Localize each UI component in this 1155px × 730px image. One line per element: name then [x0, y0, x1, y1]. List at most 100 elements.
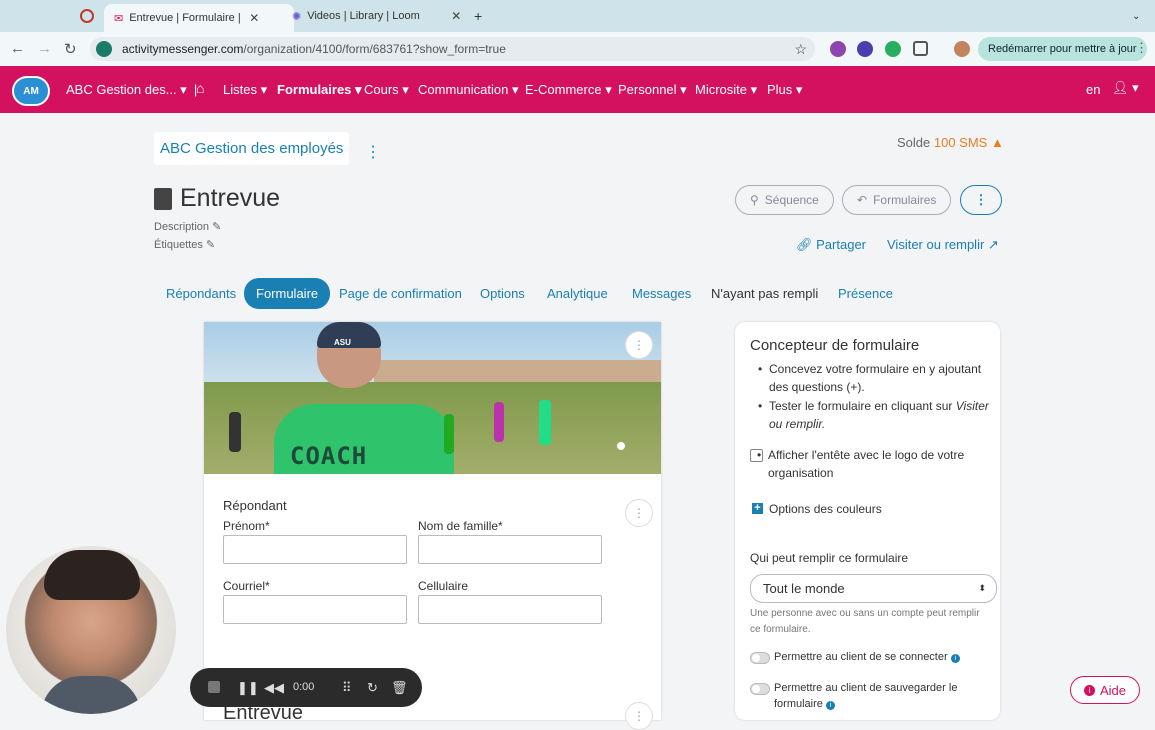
nav-listes[interactable]: Listes ▾: [223, 82, 267, 98]
back-icon[interactable]: ←: [10, 40, 25, 57]
extension-icon[interactable]: [885, 41, 901, 57]
nav-plus[interactable]: Plus ▾: [767, 82, 802, 98]
url-field[interactable]: activitymessenger.com/organization/4100/…: [90, 37, 815, 61]
home-icon[interactable]: ⌂: [196, 80, 204, 96]
language-switch[interactable]: en: [1086, 82, 1100, 97]
update-label: Redémarrer pour mettre à jour: [988, 43, 1137, 55]
nom-field[interactable]: [418, 535, 602, 564]
info-icon: i: [1083, 684, 1095, 696]
nav-formulaires[interactable]: Formulaires ▾: [277, 82, 362, 98]
info-icon[interactable]: i: [825, 701, 835, 710]
new-tab-icon[interactable]: +: [474, 4, 482, 28]
help-button[interactable]: i Aide: [1070, 676, 1140, 704]
rewind-icon[interactable]: ◀◀: [264, 680, 284, 696]
etiquettes-link[interactable]: Étiquettes ✎: [154, 238, 215, 251]
profile-avatar[interactable]: [954, 41, 970, 57]
image-menu-icon[interactable]: ⋮: [625, 331, 653, 359]
drag-handle-icon[interactable]: ⠿: [342, 680, 352, 696]
solde-amount: 100 SMS: [933, 135, 988, 150]
visit-label: Visiter ou remplir: [887, 237, 985, 252]
visit-link[interactable]: Visiter ou remplir ↗: [887, 237, 999, 253]
nav-ecommerce[interactable]: E-Commerce ▾: [525, 82, 612, 98]
who-can-fill-help: Une personne avec ou sans un compte peut…: [750, 608, 980, 635]
share-label: Partager: [816, 237, 867, 252]
org-menu-icon[interactable]: ⋮: [365, 142, 381, 162]
allow-save-toggle[interactable]: [750, 683, 770, 695]
form-designer-panel: Concepteur de formulaire Concevez votre …: [735, 322, 1000, 720]
description-label: Description: [154, 221, 210, 233]
courriel-field[interactable]: [223, 595, 407, 624]
restart-icon[interactable]: ↻: [367, 680, 378, 696]
tab-close-icon[interactable]: ✕: [249, 11, 259, 25]
extension-icon[interactable]: [830, 41, 846, 57]
color-options-link[interactable]: Options des couleurs: [769, 502, 882, 516]
tab-repondants[interactable]: Répondants: [166, 286, 236, 301]
prenom-label: Prénom*: [223, 519, 270, 533]
nav-label: Plus: [767, 82, 793, 97]
tab-formulaire[interactable]: Formulaire: [244, 278, 331, 309]
extension-icon[interactable]: [857, 41, 873, 57]
tab-loom[interactable]: ✺ Videos | Library | Loom ✕: [292, 4, 462, 28]
pause-icon[interactable]: ❚❚: [237, 680, 259, 696]
tip-text: Concevez votre formulaire en y ajoutant …: [769, 362, 982, 394]
prenom-field[interactable]: [223, 535, 407, 564]
forward-icon[interactable]: →: [37, 40, 52, 57]
url-path: /organization/4100/form/683761?show_form…: [243, 42, 506, 56]
stop-icon[interactable]: [208, 681, 220, 693]
nav-label: Cours: [364, 82, 399, 97]
extensions-puzzle-icon[interactable]: [913, 41, 928, 56]
webcam-bubble[interactable]: [6, 546, 176, 714]
shirt-text: COACH: [290, 442, 368, 470]
org-switcher[interactable]: ABC Gestion des... ▾ |: [66, 82, 197, 98]
info-icon[interactable]: i: [950, 654, 960, 663]
org-name-chip[interactable]: ABC Gestion des employés: [154, 132, 350, 165]
nav-personnel[interactable]: Personnel ▾: [618, 82, 687, 98]
browser-menu-icon[interactable]: ⋮: [1135, 40, 1148, 56]
tab-options[interactable]: Options: [480, 286, 525, 301]
page-title-text: Entrevue: [180, 184, 281, 212]
tab-analytique[interactable]: Analytique: [547, 286, 608, 301]
allow-login-row: Permettre au client de se connecter i: [774, 649, 984, 665]
tab-non-rempli[interactable]: N'ayant pas rempli: [711, 286, 818, 301]
who-can-fill-label: Qui peut remplir ce formulaire: [750, 551, 909, 565]
share-link[interactable]: 🔗︎ Partager: [796, 237, 866, 253]
reload-icon[interactable]: ↻: [64, 40, 77, 58]
tab-close-icon[interactable]: ✕: [451, 9, 461, 23]
nav-cours[interactable]: Cours ▾: [364, 82, 409, 98]
description-link[interactable]: Description ✎: [154, 220, 221, 233]
nav-communication[interactable]: Communication ▾: [418, 82, 518, 98]
bookmark-star-icon[interactable]: ☆: [794, 41, 807, 58]
etiquettes-label: Étiquettes: [154, 239, 203, 251]
tab-presence[interactable]: Présence: [838, 286, 893, 301]
site-info-icon[interactable]: [96, 41, 112, 57]
courriel-label: Courriel*: [223, 579, 270, 593]
next-section-menu-icon[interactable]: ⋮: [625, 702, 653, 730]
tip-text: Tester le formulaire en cliquant sur: [769, 399, 953, 413]
formulaires-button[interactable]: ↶ Formulaires: [842, 185, 952, 215]
activitymessenger-logo[interactable]: AM: [12, 76, 50, 106]
cellulaire-label: Cellulaire: [418, 579, 469, 593]
section-title: Répondant: [223, 498, 287, 513]
trash-icon[interactable]: 🗑︎: [391, 680, 408, 696]
recording-controls: ❚❚ ◀◀ 0:00 ⠿ ↻ 🗑︎: [190, 668, 422, 707]
who-can-fill-select[interactable]: Tout le monde ⬍: [750, 574, 997, 603]
solde-label: Solde: [897, 135, 931, 150]
tab-confirmation[interactable]: Page de confirmation: [339, 286, 462, 301]
more-actions-button[interactable]: ⋮: [960, 185, 1002, 215]
nav-microsite[interactable]: Microsite ▾: [695, 82, 757, 98]
update-browser-button[interactable]: Redémarrer pour mettre à jour: [978, 37, 1147, 61]
sequence-button[interactable]: ⚲ Séquence: [735, 185, 834, 215]
url-domain: activitymessenger.com: [122, 42, 244, 56]
section-menu-icon[interactable]: ⋮: [625, 499, 653, 527]
who-can-fill-value: Tout le monde: [763, 581, 845, 596]
user-menu-icon[interactable]: 👤︎ ▾: [1112, 80, 1139, 96]
panel-title: Concepteur de formulaire: [750, 337, 920, 354]
header-image: ASU COACH: [204, 322, 661, 474]
tab-messages[interactable]: Messages: [632, 286, 691, 301]
allow-login-toggle[interactable]: [750, 652, 770, 664]
allow-save-label: Permettre au client de sauvegarder le fo…: [774, 682, 958, 710]
tab-entrevue[interactable]: ✉ Entrevue | Formulaire | AB ✕: [104, 4, 294, 32]
plus-square-icon[interactable]: +: [752, 503, 763, 514]
tab-search-icon[interactable]: ⌄: [1132, 4, 1140, 28]
cellulaire-field[interactable]: [418, 595, 602, 624]
